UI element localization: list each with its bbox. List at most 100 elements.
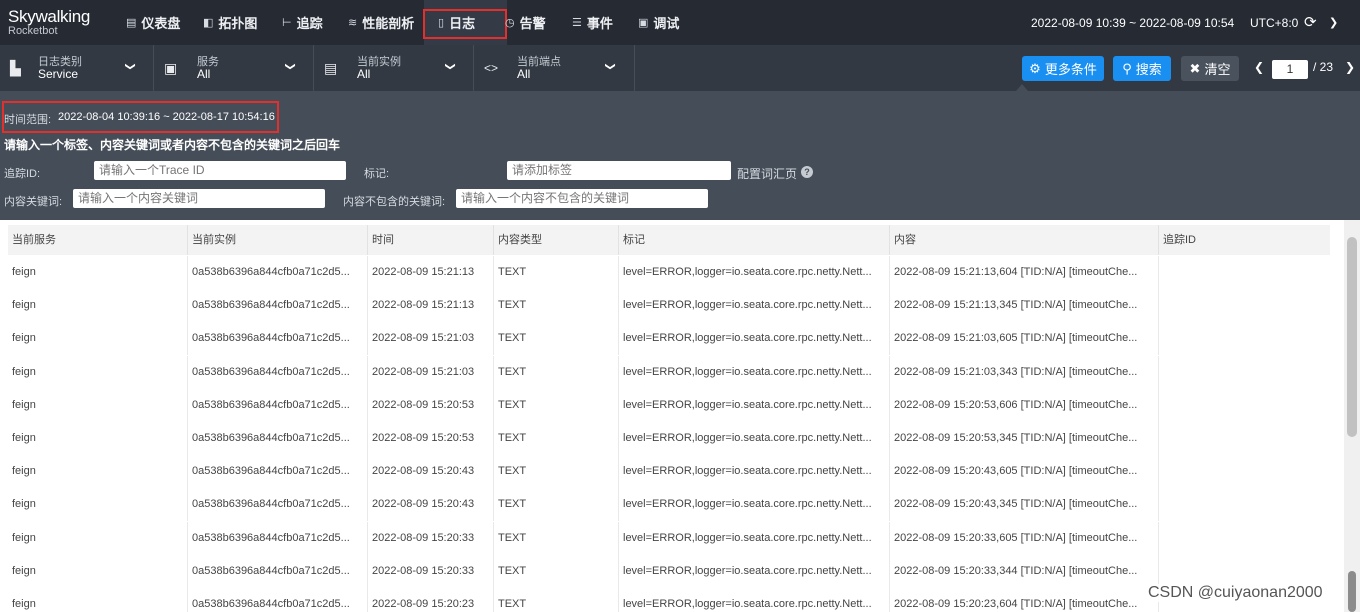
- table-cell: 2022-08-09 15:21:13: [368, 256, 494, 289]
- select-value: All: [357, 67, 371, 81]
- nav-item-topology[interactable]: ◧ 拓扑图: [203, 0, 257, 45]
- exclude-keyword-label: 内容不包含的关键词:: [343, 196, 446, 208]
- alarm-icon: ◷: [505, 17, 515, 29]
- button-label: 搜索: [1135, 62, 1162, 77]
- column-header: 内容类型: [494, 225, 619, 255]
- table-cell: TEXT: [494, 488, 619, 522]
- nav-item-event[interactable]: ☰ 事件: [572, 0, 613, 45]
- time-range-highlight-box: [2, 101, 279, 133]
- table-row[interactable]: feign 0a538b6396a844cfb0a71c2d5... 2022-08…: [8, 488, 1330, 522]
- search-hint: 请输入一个标签、内容关键词或者内容不包含的关键词之后回车: [4, 138, 341, 152]
- nav-item-profile[interactable]: ≋ 性能剖析: [348, 0, 414, 45]
- trace-id-input[interactable]: [94, 161, 346, 180]
- select-value: Service: [38, 67, 79, 81]
- table-cell: [1159, 422, 1330, 455]
- clear-button[interactable]: ✖ 清空: [1181, 56, 1239, 81]
- table-row[interactable]: feign 0a538b6396a844cfb0a71c2d5... 2022-08…: [8, 322, 1330, 356]
- table-row[interactable]: feign 0a538b6396a844cfb0a71c2d5... 2022-08…: [8, 355, 1330, 389]
- instance-icon: ▤: [324, 60, 338, 76]
- table-row[interactable]: feign 0a538b6396a844cfb0a71c2d5... 2022-08…: [8, 388, 1330, 422]
- table-cell: feign: [8, 355, 188, 389]
- nav-label: 仪表盘: [141, 16, 181, 31]
- table-cell: level=ERROR,logger=io.seata.core.rpc.net…: [619, 256, 890, 289]
- table-cell: 2022-08-09 15:21:03: [368, 355, 494, 389]
- nav-label: 调试: [653, 16, 680, 31]
- table-cell: 2022-08-09 15:20:43: [368, 455, 494, 489]
- table-cell: [1159, 256, 1330, 289]
- service-select[interactable]: ▣ 服务 All ❯: [154, 45, 314, 91]
- chart-icon: ▙: [10, 60, 21, 76]
- nav-label: 告警: [519, 16, 546, 31]
- table-cell: [1159, 488, 1330, 521]
- table-cell: level=ERROR,logger=io.seata.core.rpc.net…: [619, 355, 890, 389]
- table-cell: [1159, 455, 1330, 488]
- table-row[interactable]: feign 0a538b6396a844cfb0a71c2d5... 2022-08…: [8, 521, 1330, 555]
- instance-select[interactable]: ▤ 当前实例 All ❯: [314, 45, 474, 91]
- column-header: 追踪ID: [1163, 234, 1196, 246]
- tag-input[interactable]: [507, 161, 731, 180]
- column-header: 内容: [890, 225, 1159, 255]
- table-row[interactable]: feign 0a538b6396a844cfb0a71c2d5... 2022-08…: [8, 289, 1330, 323]
- table-row[interactable]: feign 0a538b6396a844cfb0a71c2d5... 2022-08…: [8, 256, 1330, 289]
- chevron-down-icon[interactable]: ❯: [1329, 16, 1338, 29]
- conditions-panel: 时间范围: 2022-08-04 10:39:16 ~ 2022-08-17 1…: [0, 91, 1360, 220]
- nav-item-debug[interactable]: ▣ 调试: [638, 0, 679, 45]
- nav-label: 拓扑图: [218, 16, 258, 31]
- table-cell: 2022-08-09 15:20:53: [368, 388, 494, 422]
- nav-label: 追踪: [296, 16, 323, 31]
- scrollbar-thumb[interactable]: [1347, 237, 1357, 437]
- nav-item-alarm[interactable]: ◷ 告警: [505, 0, 546, 45]
- table-cell: TEXT: [494, 289, 619, 323]
- table-cell: level=ERROR,logger=io.seata.core.rpc.net…: [619, 554, 890, 588]
- table-row[interactable]: feign 0a538b6396a844cfb0a71c2d5... 2022-08…: [8, 554, 1330, 588]
- table-cell: 2022-08-09 15:20:53,606 [TID:N/A] [timeo…: [890, 388, 1159, 422]
- table-cell: TEXT: [494, 388, 619, 422]
- table-row[interactable]: feign 0a538b6396a844cfb0a71c2d5... 2022-08…: [8, 422, 1330, 455]
- nav-label: 事件: [586, 16, 613, 31]
- dashboard-icon: ▤: [126, 17, 137, 29]
- content-keyword-input[interactable]: [73, 189, 325, 208]
- refresh-icon[interactable]: ⟳: [1304, 13, 1317, 31]
- prev-page-icon[interactable]: ❮: [1254, 60, 1264, 74]
- page-number-input[interactable]: 1: [1272, 60, 1308, 79]
- table-cell: [1159, 389, 1330, 422]
- table-cell: 2022-08-09 15:21:03: [368, 322, 494, 356]
- table-cell: 2022-08-09 15:20:43,345 [TID:N/A] [timeo…: [890, 488, 1159, 522]
- table-cell: level=ERROR,logger=io.seata.core.rpc.net…: [619, 588, 890, 612]
- next-page-icon[interactable]: ❯: [1345, 60, 1355, 74]
- button-label: 清空: [1204, 62, 1231, 77]
- chevron-down-icon: ❯: [444, 62, 456, 71]
- log-category-select[interactable]: ▙ 日志类别 Service ❯: [0, 45, 154, 91]
- table-cell: feign: [8, 289, 188, 323]
- page-scrollbar-thumb[interactable]: [1348, 571, 1356, 612]
- table-row[interactable]: feign 0a538b6396a844cfb0a71c2d5... 2022-08…: [8, 455, 1330, 489]
- topology-icon: ◧: [203, 17, 214, 29]
- column-header: 当前实例: [188, 225, 368, 255]
- nav-item-dashboard[interactable]: ▤ 仪表盘: [126, 0, 180, 45]
- help-icon[interactable]: ?: [801, 166, 813, 178]
- table-cell: 2022-08-09 15:21:13,345 [TID:N/A] [timeo…: [890, 289, 1159, 323]
- app-logo[interactable]: Skywalking Rocketbot: [8, 8, 90, 37]
- global-time-range[interactable]: 2022-08-09 10:39 ~ 2022-08-09 10:54: [1031, 16, 1234, 30]
- top-navigation-bar: Skywalking Rocketbot ▤ 仪表盘 ◧ 拓扑图 ⊢ 追踪 ≋ …: [0, 0, 1360, 45]
- table-cell: 2022-08-09 15:20:53,345 [TID:N/A] [timeo…: [890, 422, 1159, 455]
- exclude-keyword-input[interactable]: [456, 189, 708, 208]
- table-row[interactable]: feign 0a538b6396a844cfb0a71c2d5... 2022-08…: [8, 588, 1330, 612]
- endpoint-select[interactable]: <> 当前端点 All ❯: [474, 45, 635, 91]
- config-vocab-link[interactable]: 配置词汇页: [737, 165, 797, 182]
- table-cell: [1159, 289, 1330, 322]
- nav-item-trace[interactable]: ⊢ 追踪: [282, 0, 323, 45]
- table-cell: level=ERROR,logger=io.seata.core.rpc.net…: [619, 422, 890, 455]
- table-cell: 2022-08-09 15:20:33: [368, 554, 494, 588]
- more-conditions-button[interactable]: ⚙ 更多条件: [1022, 56, 1104, 81]
- table-cell: 0a538b6396a844cfb0a71c2d5...: [188, 256, 368, 289]
- table-cell: feign: [8, 388, 188, 422]
- trace-icon: ⊢: [282, 17, 292, 29]
- table-cell: 0a538b6396a844cfb0a71c2d5...: [188, 355, 368, 389]
- table-cell: 2022-08-09 15:20:33,605 [TID:N/A] [timeo…: [890, 521, 1159, 555]
- trace-id-label: 追踪ID:: [4, 168, 41, 180]
- timezone-label[interactable]: UTC+8:0: [1250, 16, 1298, 30]
- table-cell: feign: [8, 455, 188, 489]
- table-cell: feign: [8, 588, 188, 612]
- search-button[interactable]: ⚲ 搜索: [1113, 56, 1171, 81]
